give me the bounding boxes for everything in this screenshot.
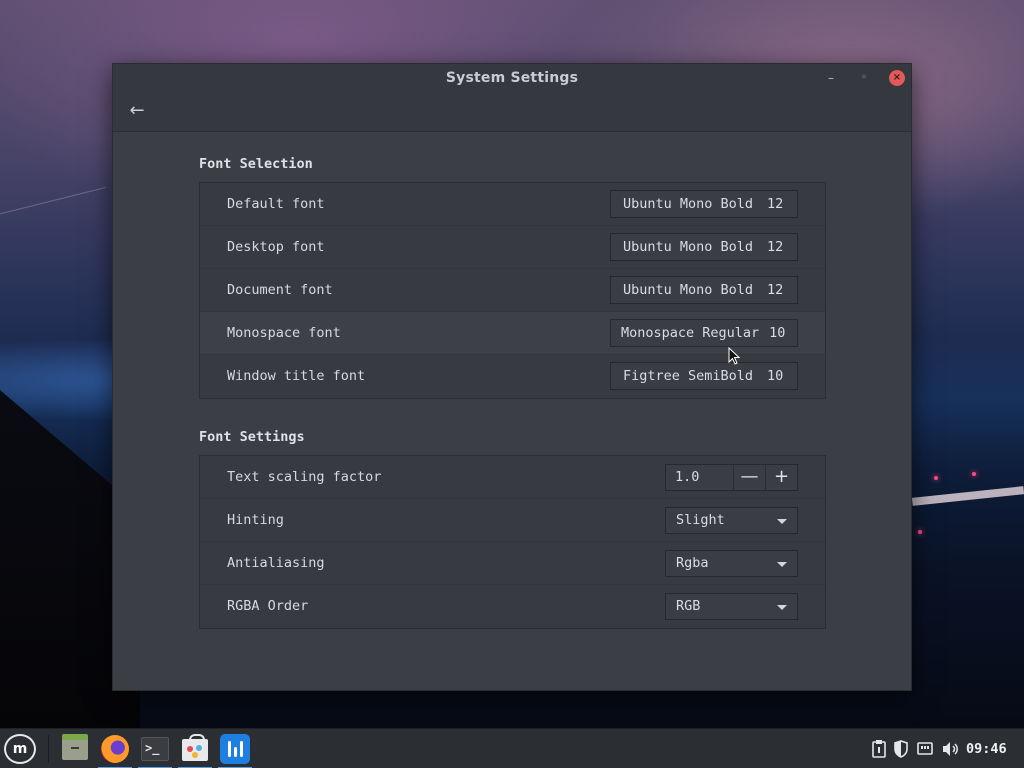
network-icon[interactable] <box>917 739 933 759</box>
hinting-dropdown[interactable]: Slight <box>665 507 798 534</box>
desktop-font-label: Desktop font <box>227 239 325 255</box>
terminal-icon: >_ <box>141 737 169 761</box>
window-title-font-button[interactable]: Figtree SemiBold 10 <box>610 362 798 390</box>
font-settings-heading: Font Settings <box>199 429 305 445</box>
font-name: Figtree SemiBold <box>623 368 754 384</box>
antialiasing-value: Rgba <box>676 555 709 571</box>
rgba-order-row: RGBA Order RGB <box>200 585 825 628</box>
hinting-row: Hinting Slight <box>200 499 825 542</box>
font-name: Ubuntu Mono Bold <box>623 239 754 255</box>
taskbar-separator <box>48 735 49 763</box>
antialiasing-label: Antialiasing <box>227 555 325 571</box>
window-title-font-label: Window title font <box>227 368 366 384</box>
shield-icon[interactable] <box>893 739 909 759</box>
hinting-value: Slight <box>676 512 725 528</box>
chevron-down-icon <box>777 562 787 567</box>
hinting-label: Hinting <box>227 512 284 528</box>
text-scaling-spinbox: 1.0 — + <box>665 464 798 491</box>
files-launcher[interactable] <box>58 732 92 766</box>
firefox-launcher[interactable] <box>98 732 132 768</box>
font-name: Ubuntu Mono Bold <box>623 196 754 212</box>
antialiasing-row: Antialiasing Rgba <box>200 542 825 585</box>
software-manager-launcher[interactable] <box>178 732 212 768</box>
volume-icon[interactable] <box>941 739 959 759</box>
font-name: Ubuntu Mono Bold <box>623 282 754 298</box>
software-store-icon <box>182 734 208 761</box>
bridge-light <box>918 530 922 534</box>
decrease-button[interactable]: — <box>733 465 765 490</box>
desktop-font-button[interactable]: Ubuntu Mono Bold 12 <box>610 233 798 261</box>
rgba-order-value: RGB <box>676 598 701 614</box>
monospace-font-button[interactable]: Monospace Regular 10 <box>610 319 798 347</box>
document-font-row: Document font Ubuntu Mono Bold 12 <box>200 269 825 312</box>
bridge-light <box>972 472 976 476</box>
desktop-font-row: Desktop font Ubuntu Mono Bold 12 <box>200 226 825 269</box>
titlebar: System Settings – ◦ × <box>113 64 911 92</box>
minimize-icon[interactable]: – <box>823 70 839 86</box>
document-font-button[interactable]: Ubuntu Mono Bold 12 <box>610 276 798 304</box>
text-scaling-value[interactable]: 1.0 <box>675 465 699 490</box>
maximize-icon[interactable]: ◦ <box>856 70 872 86</box>
default-font-button[interactable]: Ubuntu Mono Bold 12 <box>610 190 798 218</box>
close-icon[interactable]: × <box>889 70 905 86</box>
clock[interactable]: 09:46 <box>966 739 1007 759</box>
clipboard-icon[interactable] <box>871 739 887 759</box>
window-title: System Settings <box>445 70 579 86</box>
font-size: 12 <box>767 282 784 298</box>
font-selection-heading: Font Selection <box>199 156 313 172</box>
document-font-label: Document font <box>227 282 333 298</box>
default-font-row: Default font Ubuntu Mono Bold 12 <box>200 183 825 226</box>
mouse-pointer-icon <box>728 347 741 365</box>
bridge-light <box>934 476 938 480</box>
font-size: 12 <box>767 239 784 255</box>
font-size: 10 <box>769 325 786 341</box>
font-size: 10 <box>767 368 784 384</box>
font-name: Monospace Regular <box>621 325 760 341</box>
text-scaling-row: Text scaling factor 1.0 — + <box>200 456 825 499</box>
rgba-order-label: RGBA Order <box>227 598 309 614</box>
text-scaling-label: Text scaling factor <box>227 469 382 485</box>
monospace-font-label: Monospace font <box>227 325 341 341</box>
back-arrow-icon[interactable]: ← <box>127 101 147 121</box>
terminal-launcher[interactable]: >_ <box>138 732 172 768</box>
chevron-down-icon <box>777 519 787 524</box>
folder-icon <box>62 734 88 760</box>
antialiasing-dropdown[interactable]: Rgba <box>665 550 798 577</box>
wallpaper-bridge <box>911 380 1024 550</box>
font-settings-panel: Text scaling factor 1.0 — + Hinting Slig… <box>199 455 826 629</box>
settings-icon <box>220 734 250 764</box>
bridge-deck <box>911 486 1024 506</box>
headerbar: ← <box>113 92 911 132</box>
system-settings-window: System Settings – ◦ × ← Font Selection D… <box>112 63 912 691</box>
mint-menu-icon[interactable]: m <box>4 734 36 764</box>
firefox-icon <box>101 735 129 763</box>
increase-button[interactable]: + <box>765 465 797 490</box>
font-size: 12 <box>767 196 784 212</box>
chevron-down-icon <box>777 605 787 610</box>
rgba-order-dropdown[interactable]: RGB <box>665 593 798 620</box>
wallpaper-bridge-cable <box>0 187 116 253</box>
default-font-label: Default font <box>227 196 325 212</box>
taskbar: m >_ 09:46 <box>0 728 1024 768</box>
system-settings-launcher[interactable] <box>218 732 252 768</box>
